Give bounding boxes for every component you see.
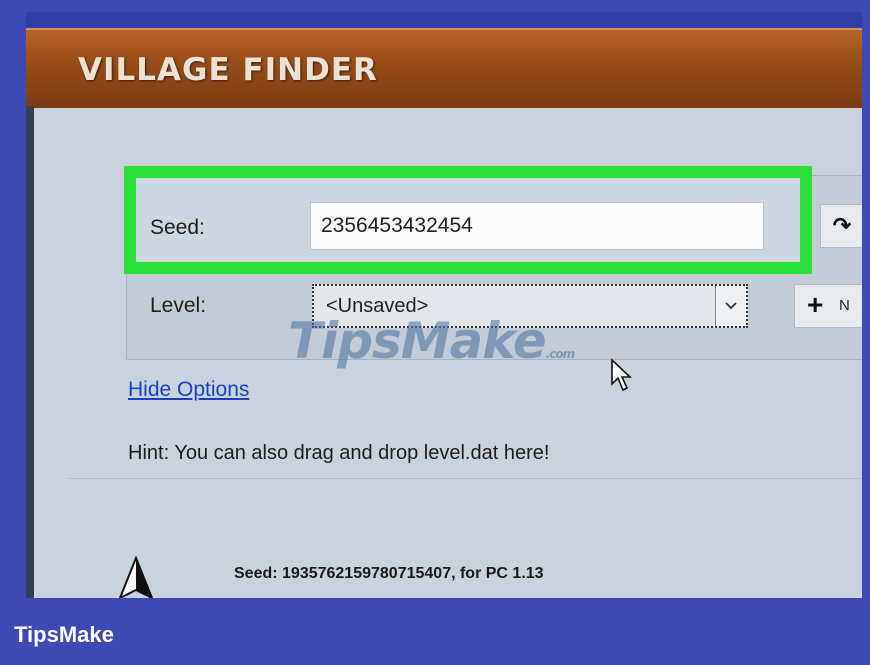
level-label: Level:: [150, 294, 207, 317]
map-marker-icon: [118, 556, 154, 598]
new-button-label: N: [839, 297, 850, 314]
seed-input[interactable]: [310, 202, 764, 250]
title-bar: VILLAGE FINDER: [26, 28, 862, 108]
seed-info: Seed: 1935762159780715407, for PC 1.13: [234, 565, 544, 582]
watermark-text: TipsMake: [288, 312, 547, 370]
left-edge: [26, 106, 34, 598]
hide-options-link[interactable]: Hide Options: [128, 378, 249, 402]
refresh-button[interactable]: ↷: [820, 204, 862, 248]
hint-text: Hint: You can also drag and drop level.d…: [128, 442, 550, 464]
dropdown-button[interactable]: [715, 286, 746, 326]
plus-icon: +: [807, 289, 824, 320]
chevron-down-icon: [725, 302, 737, 310]
watermark: TipsMake.com: [288, 312, 575, 370]
window-title: VILLAGE FINDER: [78, 52, 378, 88]
watermark-suffix: .com: [545, 347, 575, 361]
brand-label: TipsMake: [14, 622, 114, 647]
app-window: VILLAGE FINDER Seed: ↷ Level: <Unsaved> …: [26, 12, 862, 598]
new-level-button[interactable]: + N: [794, 284, 862, 328]
seed-label: Seed:: [150, 216, 205, 239]
refresh-arrow-icon: ↷: [832, 213, 852, 238]
divider: [68, 478, 862, 479]
top-strip: [26, 12, 862, 28]
mouse-pointer-icon: [611, 358, 633, 392]
